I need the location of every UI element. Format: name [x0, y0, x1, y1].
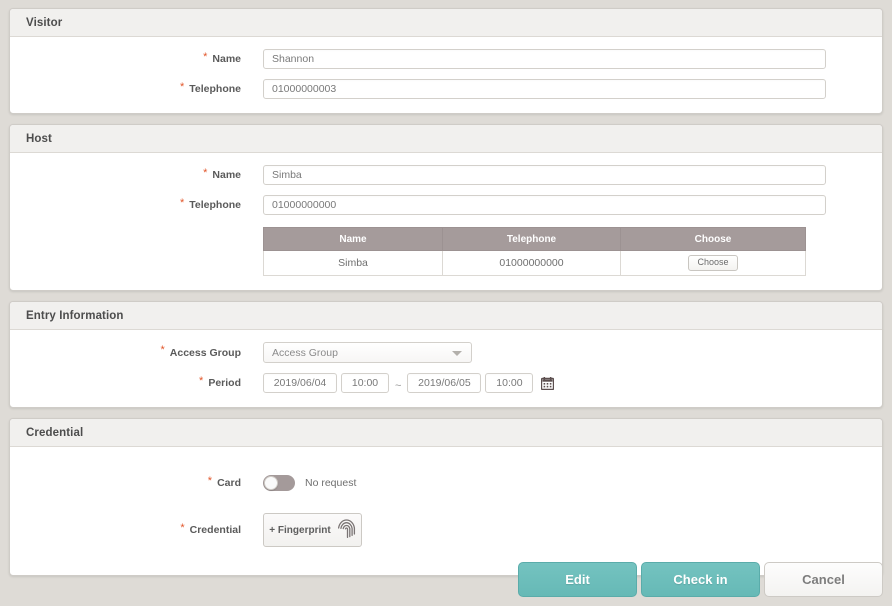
- visitor-section-body: * Name * Telephone: [10, 37, 882, 113]
- host-section-title: Host: [26, 132, 52, 145]
- access-group-row: * Access Group Access Group: [10, 342, 882, 363]
- fingerprint-icon: [337, 517, 356, 544]
- add-fingerprint-label: + Fingerprint: [269, 524, 331, 536]
- entry-information-section-header: Entry Information: [10, 302, 882, 330]
- credential-section-header: Credential: [10, 419, 882, 447]
- access-group-label: Access Group: [169, 346, 241, 359]
- column-header-name: Name: [263, 227, 443, 251]
- required-marker-icon: *: [203, 166, 208, 179]
- card-label-cell: * Card: [10, 474, 263, 489]
- visitor-telephone-label-cell: * Telephone: [10, 80, 263, 95]
- visitor-name-label-cell: * Name: [10, 50, 263, 65]
- credential-row: * Credential + Fingerprint: [10, 513, 882, 547]
- required-marker-icon: *: [203, 50, 208, 63]
- visitor-section-title: Visitor: [26, 16, 63, 29]
- chevron-down-icon: [452, 350, 462, 356]
- host-section: Host * Name * Telephone: [9, 124, 883, 291]
- card-row: * Card No request: [10, 475, 882, 491]
- visitor-telephone-row: * Telephone: [10, 79, 882, 99]
- host-name-label: Name: [212, 169, 241, 181]
- host-name-input[interactable]: [263, 165, 826, 185]
- required-marker-icon: *: [160, 344, 165, 356]
- access-group-field-cell: Access Group: [263, 342, 882, 363]
- required-marker-icon: *: [180, 521, 185, 534]
- credential-field-cell: + Fingerprint: [263, 513, 882, 547]
- entry-information-section-body: * Access Group Access Group * Period 201…: [10, 330, 882, 407]
- host-name-row: * Name: [10, 165, 882, 185]
- entry-information-section-title: Entry Information: [26, 309, 124, 322]
- period-label: Period: [208, 377, 241, 389]
- host-name-label-cell: * Name: [10, 166, 263, 181]
- visitor-name-input[interactable]: [263, 49, 826, 69]
- table-header-row: Name Telephone Choose: [263, 227, 806, 251]
- required-marker-icon: *: [179, 196, 185, 209]
- period-range-separator: ~: [395, 380, 402, 392]
- period-field-cell: ~: [263, 373, 882, 393]
- edit-button[interactable]: Edit: [518, 562, 637, 597]
- credential-label-cell: * Credential: [10, 521, 263, 536]
- visitor-telephone-label: Telephone: [189, 83, 241, 95]
- add-fingerprint-button[interactable]: + Fingerprint: [263, 513, 362, 547]
- calendar-icon[interactable]: [541, 376, 555, 390]
- visitor-telephone-input[interactable]: [263, 79, 826, 99]
- cancel-button[interactable]: Cancel: [764, 562, 883, 597]
- access-group-label-cell: * Access Group: [10, 344, 263, 359]
- visitor-registration-page: Visitor * Name * Telephone: [0, 0, 892, 606]
- host-telephone-row: * Telephone: [10, 195, 882, 215]
- footer-actions: Edit Check in Cancel: [518, 562, 883, 597]
- column-header-choose: Choose: [620, 227, 806, 251]
- visitor-telephone-field-cell: [263, 79, 882, 99]
- card-label: Card: [217, 477, 241, 489]
- period-end-time-input[interactable]: [485, 373, 534, 393]
- visitor-name-row: * Name: [10, 49, 882, 69]
- required-marker-icon: *: [199, 374, 204, 387]
- visitor-section: Visitor * Name * Telephone: [9, 8, 883, 114]
- cell-host-telephone: 01000000000: [442, 250, 621, 276]
- host-telephone-input[interactable]: [263, 195, 826, 215]
- credential-section-title: Credential: [26, 426, 84, 439]
- host-results-table-wrapper: Name Telephone Choose Simba 01000000000 …: [263, 227, 806, 276]
- cell-host-choose: Choose: [620, 250, 806, 276]
- required-marker-icon: *: [207, 474, 213, 487]
- host-results-table: Name Telephone Choose Simba 01000000000 …: [263, 227, 806, 276]
- period-end-date-input[interactable]: [407, 373, 482, 393]
- credential-section-body: * Card No request * Credential + Fingerp…: [10, 447, 882, 575]
- access-group-selected-value: Access Group: [272, 346, 338, 359]
- period-label-cell: * Period: [10, 374, 263, 389]
- card-request-toggle[interactable]: [263, 475, 295, 491]
- period-row: * Period ~: [10, 373, 882, 393]
- host-telephone-label-cell: * Telephone: [10, 196, 263, 211]
- check-in-button[interactable]: Check in: [641, 562, 760, 597]
- table-row[interactable]: Simba 01000000000 Choose: [263, 250, 806, 276]
- period-start-date-input[interactable]: [263, 373, 337, 393]
- credential-label: Credential: [189, 524, 241, 536]
- visitor-section-header: Visitor: [10, 9, 882, 37]
- credential-section: Credential * Card No request * Credentia…: [9, 418, 883, 576]
- card-toggle-status-text: No request: [305, 477, 357, 489]
- host-section-body: * Name * Telephone: [10, 153, 882, 290]
- required-marker-icon: *: [179, 80, 185, 93]
- host-name-field-cell: [263, 165, 882, 185]
- host-telephone-label: Telephone: [189, 199, 241, 211]
- host-telephone-field-cell: [263, 195, 882, 215]
- host-section-header: Host: [10, 125, 882, 153]
- visitor-name-field-cell: [263, 49, 882, 69]
- period-start-time-input[interactable]: [341, 373, 389, 393]
- card-field-cell: No request: [263, 475, 882, 491]
- visitor-name-label: Name: [212, 53, 241, 65]
- cell-host-name: Simba: [263, 250, 443, 276]
- choose-host-button[interactable]: Choose: [688, 254, 738, 272]
- column-header-telephone: Telephone: [442, 227, 621, 251]
- toggle-knob: [264, 476, 278, 490]
- entry-information-section: Entry Information * Access Group Access …: [9, 301, 883, 408]
- access-group-select[interactable]: Access Group: [263, 342, 472, 363]
